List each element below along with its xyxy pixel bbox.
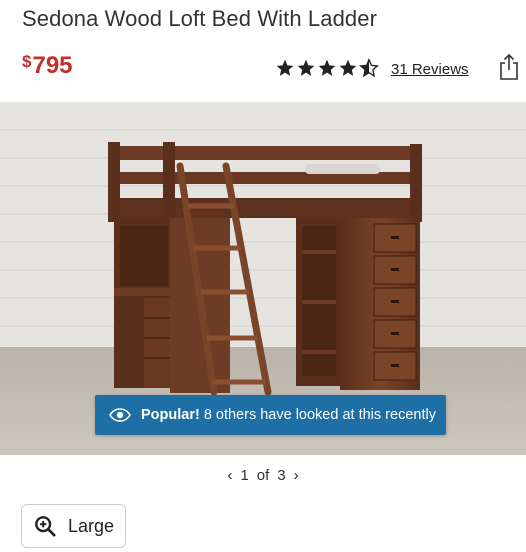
- star-half-icon: [359, 58, 379, 78]
- star-full-icon: [276, 59, 294, 76]
- price-amount: 795: [32, 52, 73, 79]
- price-rating-row: $795 31 Reviews: [0, 48, 526, 88]
- share-icon[interactable]: [497, 53, 521, 81]
- reviews-link[interactable]: 31 Reviews: [391, 61, 469, 78]
- product-title: Sedona Wood Loft Bed With Ladder: [22, 6, 378, 31]
- large-view-label: Large: [68, 515, 115, 536]
- zoom-in-icon: [35, 516, 56, 537]
- pager-separator: of: [256, 466, 270, 484]
- pager-total: 3: [277, 466, 286, 484]
- pager-current: 1: [240, 466, 249, 484]
- star-full-icon: [297, 59, 315, 76]
- rating-stars[interactable]: [275, 58, 379, 78]
- eye-icon: [109, 408, 131, 422]
- star-full-icon: [339, 59, 357, 76]
- popular-text: 8 others have looked at this recently: [203, 407, 436, 423]
- star-full-icon: [318, 59, 336, 76]
- price-currency: $: [22, 52, 32, 71]
- chevron-left-icon[interactable]: ‹: [227, 467, 232, 484]
- popular-banner: Popular! 8 others have looked at this re…: [95, 395, 446, 435]
- popular-label: Popular!: [141, 407, 200, 423]
- large-view-button[interactable]: Large: [21, 504, 126, 548]
- product-price: $795: [22, 52, 73, 80]
- gallery-pager: ‹ 1 of 3 ›: [0, 455, 526, 495]
- chevron-right-icon[interactable]: ›: [294, 467, 299, 484]
